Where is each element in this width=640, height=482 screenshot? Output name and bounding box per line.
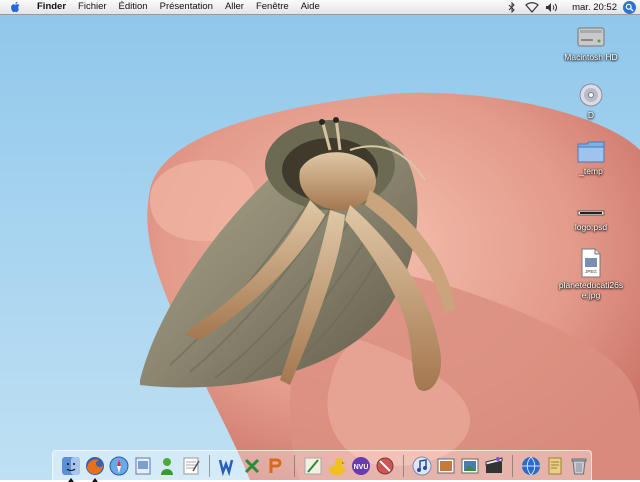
finder-icon[interactable]: [61, 456, 81, 482]
menu-presentation[interactable]: Présentation: [154, 0, 219, 14]
disc-icon: [578, 76, 604, 108]
no-entry-icon[interactable]: [375, 456, 395, 476]
psd-file-icon: [576, 188, 606, 220]
cyberduck-icon[interactable]: [327, 456, 347, 476]
preview-icon[interactable]: [133, 456, 153, 476]
volume-icon[interactable]: [544, 1, 560, 13]
dock-separator: [403, 454, 404, 477]
menu-aide[interactable]: Aide: [295, 0, 326, 14]
textedit-icon[interactable]: [181, 456, 201, 476]
powerpoint-icon[interactable]: [266, 456, 286, 476]
nvu-icon[interactable]: NVU: [351, 456, 371, 476]
iphoto-icon[interactable]: [460, 456, 480, 476]
menu-bar: Finder Fichier Édition Présentation Alle…: [0, 0, 640, 15]
imovie-icon[interactable]: [484, 456, 504, 476]
notepad-icon[interactable]: [545, 456, 565, 476]
hard-drive-icon: [576, 18, 606, 50]
menu-fenetre[interactable]: Fenêtre: [250, 0, 295, 14]
desktop-icon-planeteducati-jpg[interactable]: JPEG planeteducati26se.jpg: [556, 246, 626, 300]
desktop-icon-label: _temp: [579, 166, 603, 176]
menu-aller[interactable]: Aller: [219, 0, 250, 14]
menubar-clock[interactable]: mar. 20:52: [562, 2, 623, 13]
pen-app-icon[interactable]: [303, 456, 323, 476]
word-icon[interactable]: [218, 456, 238, 476]
desktop-wallpaper: [0, 0, 640, 480]
apple-logo-icon[interactable]: [8, 0, 22, 14]
hermit-crab-photo: [140, 92, 640, 480]
firefox-icon[interactable]: [85, 456, 105, 482]
photo-app-icon[interactable]: [436, 456, 456, 476]
spotlight-search-icon[interactable]: [623, 0, 636, 14]
desktop-icon-d[interactable]: D: [556, 76, 626, 120]
desktop-icon-label: D: [587, 110, 595, 120]
dock-separator: [512, 454, 513, 477]
desktop-icon-logo-psd[interactable]: logo.psd: [556, 188, 626, 232]
network-globe-icon[interactable]: [521, 456, 541, 476]
folder-icon: [576, 132, 606, 164]
jpeg-file-icon: JPEG: [579, 246, 603, 278]
desktop-icon-label: logo.psd: [574, 222, 608, 232]
safari-icon[interactable]: [109, 456, 129, 476]
dock: NVU: [52, 450, 592, 482]
excel-icon[interactable]: [242, 456, 262, 476]
svg-text:NVU: NVU: [354, 464, 369, 471]
desktop-icon-temp[interactable]: _temp: [556, 132, 626, 176]
itunes-icon[interactable]: [412, 456, 432, 476]
adium-icon[interactable]: [157, 456, 177, 476]
svg-text:JPEG: JPEG: [585, 269, 597, 274]
desktop-icon-macintosh-hd[interactable]: Macintosh HD: [556, 18, 626, 62]
menu-fichier[interactable]: Fichier: [72, 0, 113, 14]
bluetooth-icon[interactable]: [504, 1, 520, 13]
menu-edition[interactable]: Édition: [113, 0, 154, 14]
dock-separator: [294, 454, 295, 477]
trash-icon[interactable]: [569, 456, 589, 476]
desktop-icon-label: Macintosh HD: [564, 52, 618, 62]
desktop-icon-label: planeteducati26se.jpg: [558, 280, 624, 300]
dock-separator: [209, 454, 210, 477]
wifi-icon[interactable]: [524, 1, 540, 13]
menu-finder[interactable]: Finder: [31, 0, 72, 14]
menu-extras: mar. 20:52: [502, 0, 640, 14]
